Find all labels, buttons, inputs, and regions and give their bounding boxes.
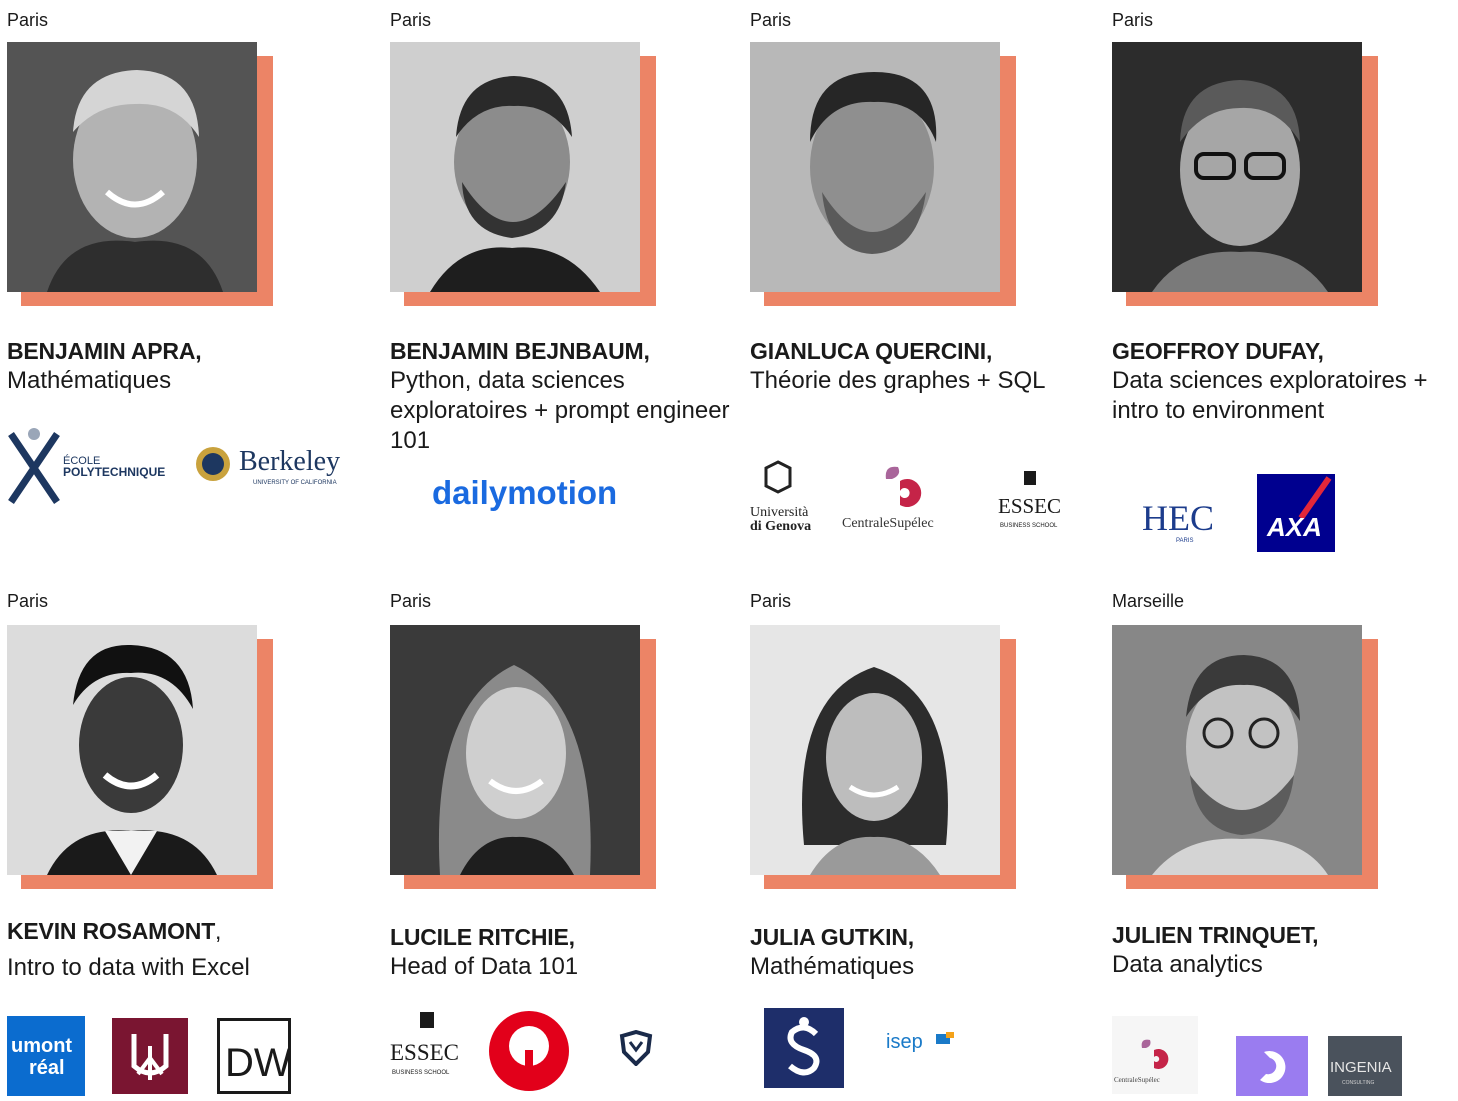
berkeley-word: Berkeley [239, 446, 340, 477]
instructor-photo-frame [1112, 42, 1380, 308]
instructor-name: GIANLUCA QUERCINI, [750, 338, 993, 364]
hec-logo: HEC PARIS [1142, 492, 1228, 551]
instructor-city: Paris [390, 591, 432, 611]
ingenia-word: INGENIA [1330, 1059, 1392, 1076]
essec-word: ESSEC [390, 1040, 459, 1065]
genova-line2: di Genova [750, 519, 811, 534]
instructor-subject: Data sciences exploratoires + intro to e… [1112, 367, 1428, 424]
centrale-word: CentraleSupélec [842, 516, 934, 531]
instructor-subject: Python, data sciences exploratoires + pr… [390, 367, 730, 454]
instructor-city: Paris [1112, 10, 1154, 30]
affiliation-logos: umont réal DW [7, 1010, 357, 1100]
berkeley-logo: Berkeley UNIVERSITY OF CALIFORNIA [193, 440, 353, 493]
polytechnique-line2: POLYTECHNIQUE [63, 465, 165, 479]
instructor-name-text: KEVIN ROSAMONT [7, 918, 216, 944]
hec-word: HEC [1142, 498, 1214, 538]
isep-word: isep [886, 1031, 923, 1053]
affiliation-logos: isep [750, 1006, 1100, 1096]
instructor-city: Marseille [1112, 591, 1185, 611]
instructor-city: Paris [390, 10, 432, 30]
affiliation-logos: ÉCOLE POLYTECHNIQUE Berkeley UNIVERSITY … [7, 420, 357, 510]
instructor-name: LUCILE RITCHIE, [390, 924, 575, 950]
instructor-name: BENJAMIN BEJNBAUM, [390, 338, 650, 364]
dw-logo: DW [217, 1018, 292, 1099]
dw-word: DW [225, 1041, 291, 1085]
instructor-city: Paris [750, 10, 792, 30]
hec-sub: PARIS [1176, 538, 1194, 544]
instructor-name: JULIEN TRINQUET, [1112, 922, 1319, 948]
ingenia-logo: INGENIA CONSULTING [1328, 1036, 1402, 1101]
affiliation-logos: dailymotion [390, 470, 740, 560]
ingenia-sub: CONSULTING [1342, 1080, 1375, 1086]
instructor-subject: Mathématiques [750, 953, 915, 980]
genova-line1: Università [750, 505, 809, 520]
instructor-name: KEVIN ROSAMONT, [7, 918, 221, 945]
purple-d-logo [1236, 1036, 1308, 1101]
polytechnique-logo: ÉCOLE POLYTECHNIQUE [7, 424, 182, 511]
instructor-subject: Théorie des graphes + SQL [750, 367, 1046, 394]
instructor-photo [390, 42, 640, 292]
essec-sub: BUSINESS SCHOOL [392, 1070, 450, 1076]
instructor-photo-frame [7, 625, 275, 891]
instructor-city: Paris [7, 10, 49, 30]
instructor-photo-frame [7, 42, 275, 308]
instructor-city: Paris [7, 591, 49, 611]
instructor-photo [1112, 625, 1362, 875]
instructor-name: BENJAMIN APRA, [7, 338, 202, 364]
essec-logo: ESSEC BUSINESS SCHOOL [390, 1008, 466, 1091]
instructor-photo [750, 625, 1000, 875]
sorbonne-logo [764, 1008, 844, 1093]
essec-logo: ESSEC BUSINESS SCHOOL [994, 469, 1066, 538]
instructor-photo-frame [750, 42, 1018, 308]
instructor-name: GEOFFROY DUFAY, [1112, 338, 1324, 364]
instructor-photo-frame [390, 625, 658, 891]
dailymotion-logo: dailymotion [432, 470, 632, 519]
affiliation-logos: HEC PARIS AXA [1112, 472, 1458, 562]
instructor-photo-frame [750, 625, 1018, 891]
affiliation-logos: ESSEC BUSINESS SCHOOL [390, 1008, 740, 1098]
umontreal-logo: umont réal [7, 1016, 85, 1101]
instructor-subject: Mathématiques [7, 367, 172, 394]
instructor-photo [7, 625, 257, 875]
essec-sub: BUSINESS SCHOOL [1000, 523, 1058, 529]
instructor-photo [7, 42, 257, 292]
instructor-photo [750, 42, 1000, 292]
dailymotion-word: dailymotion [432, 474, 617, 511]
shield-icon [618, 1029, 654, 1071]
instructor-name: JULIA GUTKIN, [750, 924, 914, 950]
centralesupelec-logo: CentraleSupélec [1112, 1016, 1198, 1099]
umontreal-line1: umont [11, 1035, 72, 1057]
instructor-city: Paris [750, 591, 792, 611]
berkeley-sub: UNIVERSITY OF CALIFORNIA [253, 480, 337, 486]
instructor-photo-frame [1112, 625, 1380, 891]
instructor-photo [390, 625, 640, 875]
affiliation-logos: Università di Genova CentraleSupélec ESS… [750, 455, 1100, 545]
axa-logo: AXA [1257, 474, 1335, 557]
university-shield-logo [112, 1018, 188, 1099]
essec-word: ESSEC [998, 494, 1061, 518]
instructor-subject: Head of Data 101 [390, 953, 579, 980]
instructor-subject: Intro to data with Excel [7, 954, 250, 981]
axa-word: AXA [1266, 512, 1322, 542]
affiliation-logos: CentraleSupélec INGENIA CONSULTING [1112, 1006, 1458, 1096]
genova-logo: Università di Genova [750, 460, 834, 541]
umontreal-line2: réal [29, 1057, 65, 1079]
centralesupelec-logo: CentraleSupélec [842, 459, 976, 538]
isep-logo: isep [886, 1028, 966, 1069]
instructor-photo-frame [390, 42, 658, 308]
instructor-subject: Data analytics [1112, 951, 1263, 978]
red-circle-logo [488, 1010, 570, 1097]
centrale-word: CentraleSupélec [1114, 1076, 1160, 1084]
instructor-name-suffix: , [215, 918, 222, 944]
instructor-photo [1112, 42, 1362, 292]
